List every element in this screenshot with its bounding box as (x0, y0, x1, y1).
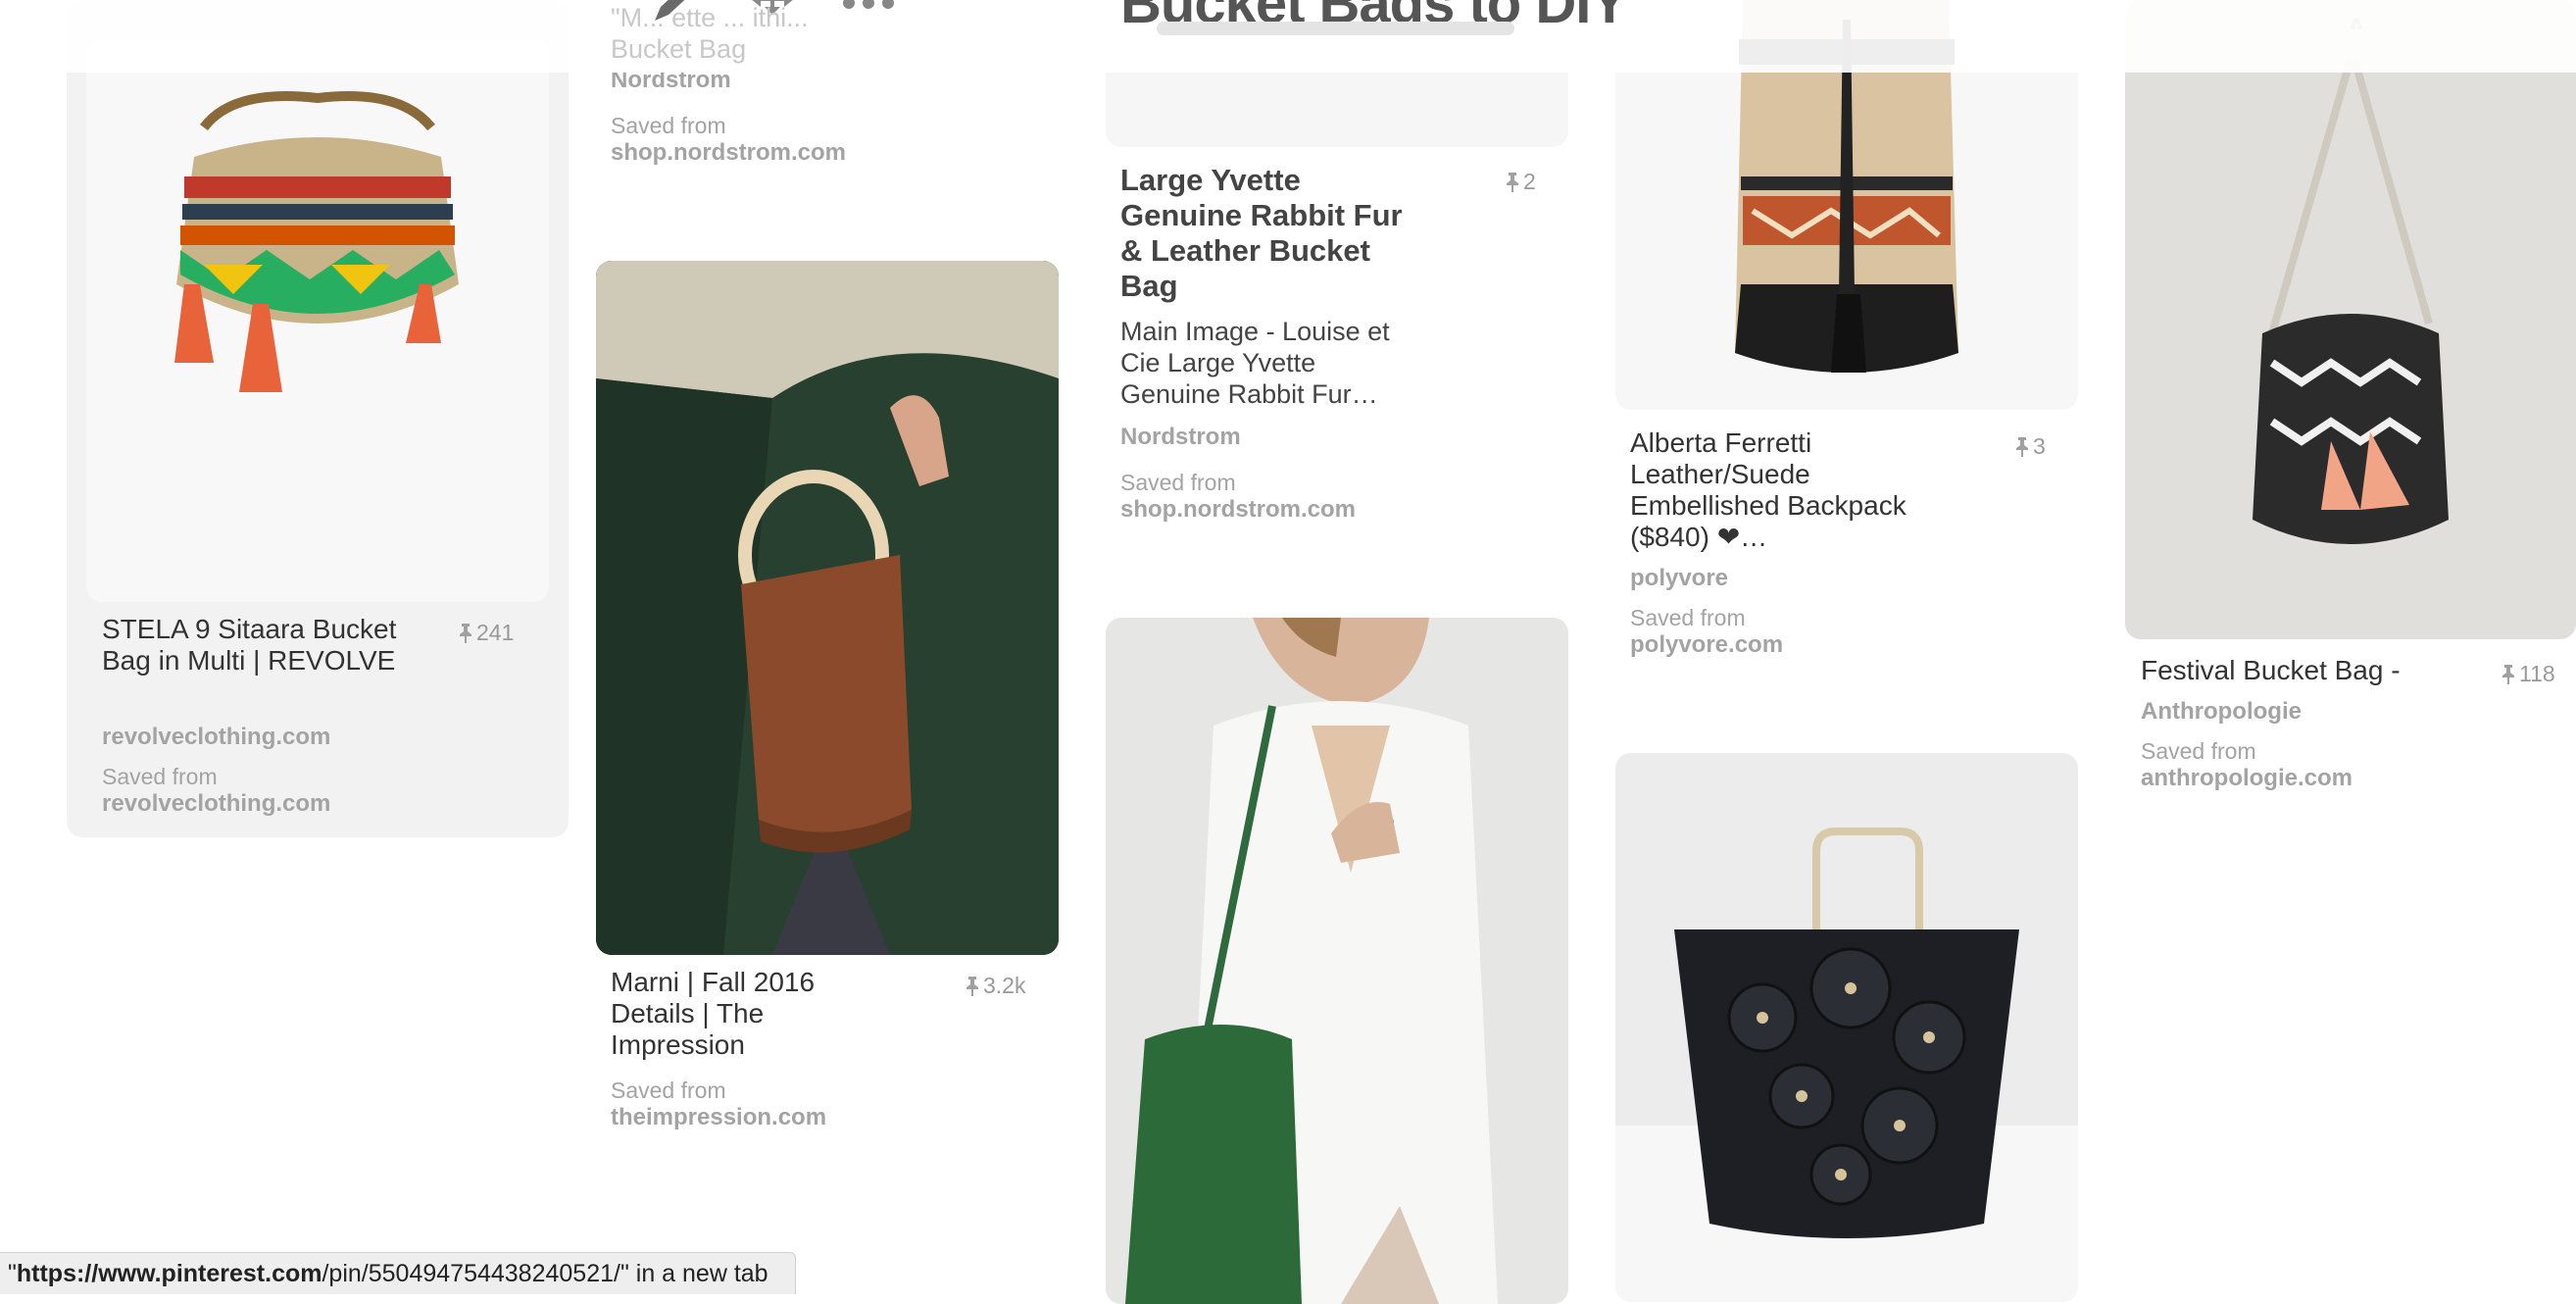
saved-from-domain: shop.nordstrom.com (1120, 496, 1357, 523)
pin-title-ferretti[interactable]: Alberta Ferretti Leather/Suede Embellish… (1630, 427, 1944, 553)
bucket-bag-illustration (174, 91, 459, 392)
saved-from-label: Saved from (2141, 738, 2256, 764)
repin-count-festival: 118 (2502, 661, 2555, 687)
pushpin-icon (1507, 173, 1518, 192)
pushpin-icon (966, 977, 978, 996)
festival-bag-illustration (2125, 0, 2576, 639)
repin-count-marni: 3.2k (966, 973, 1025, 999)
board-header: Bucket Bags to DIY (0, 0, 2576, 73)
repin-count-value: 241 (476, 620, 515, 645)
pin-image-stela[interactable] (86, 39, 549, 602)
repin-count-value: 2 (1523, 169, 1536, 194)
floral-tote-illustration (1615, 753, 2078, 1302)
pin-title-festival[interactable]: Festival Bucket Bag - (2141, 655, 2435, 686)
pin-title-yvette[interactable]: Large Yvette Genuine Rabbit Fur & Leathe… (1120, 163, 1424, 304)
saved-from-domain: anthropologie.com (2141, 765, 2353, 791)
status-url-host: https://www.pinterest.com (16, 1260, 322, 1287)
repin-count-value: 118 (2519, 661, 2555, 686)
pin-source-festival[interactable]: Anthropologie (2141, 698, 2302, 726)
repin-count-yvette: 2 (1506, 169, 1536, 195)
saved-from-label: Saved from (611, 1078, 726, 1103)
repin-count-value: 3 (2033, 433, 2046, 459)
pin-source-yvette[interactable]: Nordstrom (1120, 424, 1241, 451)
saved-from-domain: shop.nordstrom.com (611, 139, 847, 166)
saved-from-marni[interactable]: Saved from theimpression.com (611, 1077, 826, 1131)
repin-count-ferretti: 3 (2015, 433, 2046, 460)
status-url-path: /pin/550494754438240521/ (322, 1260, 620, 1287)
pin-title-marni[interactable]: Marni | Fall 2016 Details | The Impressi… (611, 967, 856, 1061)
pin-description-yvette: Main Image - Louise et Cie Large Yvette … (1120, 317, 1390, 409)
saved-from-label: Saved from (1120, 470, 1236, 495)
board-title-underline (1157, 22, 1514, 35)
green-bag-photo-illustration (1106, 618, 1568, 1304)
saved-from-stela[interactable]: Saved from revolveclothing.com (102, 763, 330, 818)
saved-from-ferretti[interactable]: Saved from polyvore.com (1630, 604, 1783, 659)
pin-image-festival[interactable] (2125, 0, 2576, 639)
pushpin-icon (460, 624, 471, 643)
pushpin-icon (2016, 437, 2028, 457)
repin-count-value: 3.2k (983, 973, 1026, 998)
marni-photo-illustration (596, 261, 1059, 955)
pushpin-icon (2502, 665, 2514, 684)
saved-from-yvette[interactable]: Saved from shop.nordstrom.com (1120, 469, 1356, 524)
saved-from-label: Saved from (1630, 605, 1746, 630)
pin-source-stela[interactable]: revolveclothing.com (102, 724, 330, 751)
browser-status-bar: "https://www.pinterest.com/pin/550494754… (0, 1252, 796, 1294)
status-prefix: " (8, 1260, 17, 1287)
saved-from-festival[interactable]: Saved from anthropologie.com (2141, 737, 2353, 792)
pin-title-stela[interactable]: STELA 9 Sitaara Bucket Bag in Multi | RE… (102, 614, 416, 677)
saved-from-domain: theimpression.com (611, 1104, 827, 1130)
pin-title-nordstrom-top[interactable]: "M... ette ... ithi... Bucket Bag (611, 2, 905, 65)
saved-from-nordstrom-top[interactable]: Saved from shop.nordstrom.com (611, 112, 846, 167)
pin-image-floral-tote[interactable] (1615, 753, 2078, 1302)
saved-from-label: Saved from (102, 764, 218, 789)
saved-from-label: Saved from (611, 113, 726, 138)
pin-image-green-bag[interactable] (1106, 618, 1568, 1304)
pin-source-ferretti[interactable]: polyvore (1630, 565, 1728, 592)
saved-from-domain: polyvore.com (1630, 631, 1784, 658)
saved-from-domain: revolveclothing.com (102, 790, 331, 817)
repin-count-stela: 241 (459, 620, 514, 646)
status-suffix: " in a new tab (619, 1260, 768, 1287)
pin-image-marni[interactable] (596, 261, 1059, 955)
